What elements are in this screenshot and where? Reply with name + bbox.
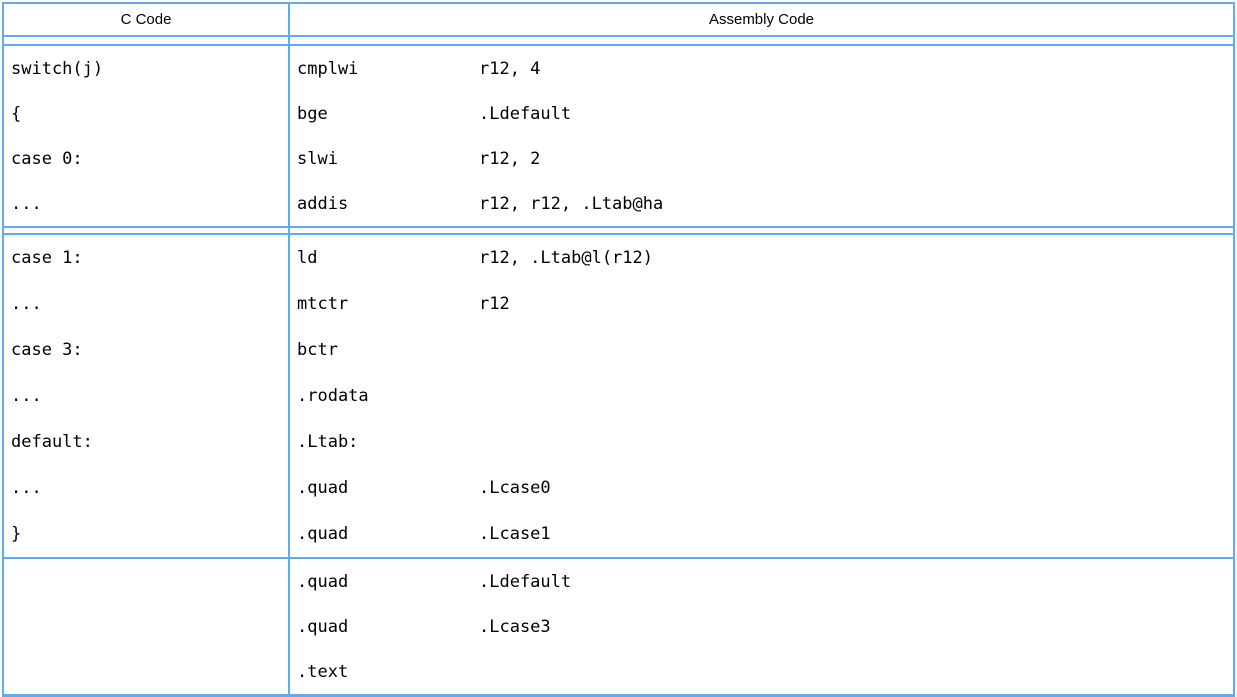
table-section: switch(j)cmplwir12, 4{bge.Ldefaultcase 0… bbox=[4, 46, 1233, 228]
asm-operands: r12, 2 bbox=[479, 149, 540, 169]
table-row: .quad.Lcase3 bbox=[4, 604, 1233, 649]
assembly-cell: ldr12, .Ltab@l(r12) bbox=[290, 235, 1233, 281]
asm-operands: .Lcase3 bbox=[479, 617, 551, 637]
asm-mnemonic: .text bbox=[297, 662, 479, 682]
asm-mnemonic: .quad bbox=[297, 524, 479, 544]
asm-operands: r12 bbox=[479, 294, 510, 314]
asm-mnemonic: .quad bbox=[297, 478, 479, 498]
section-double-border-gap bbox=[4, 228, 1233, 235]
c-code-cell bbox=[4, 649, 290, 694]
asm-mnemonic: .rodata bbox=[297, 386, 479, 406]
assembly-cell: .quad.Lcase1 bbox=[290, 511, 1233, 557]
asm-operands: .Lcase1 bbox=[479, 524, 551, 544]
c-code-cell: case 1: bbox=[4, 235, 290, 281]
code-comparison-table: C Code Assembly Code switch(j)cmplwir12,… bbox=[2, 2, 1235, 697]
asm-operands: r12, .Ltab@l(r12) bbox=[479, 248, 653, 268]
assembly-cell: addisr12, r12, .Ltab@ha bbox=[290, 181, 1233, 226]
table-row: case 1:ldr12, .Ltab@l(r12) bbox=[4, 235, 1233, 281]
asm-mnemonic: mtctr bbox=[297, 294, 479, 314]
assembly-cell: bge.Ldefault bbox=[290, 91, 1233, 136]
table-row: .quad.Ldefault bbox=[4, 559, 1233, 604]
assembly-cell: .quad.Lcase0 bbox=[290, 465, 1233, 511]
table-row: .text bbox=[4, 649, 1233, 694]
c-code-cell: switch(j) bbox=[4, 46, 290, 91]
header-assembly-code: Assembly Code bbox=[290, 4, 1233, 35]
asm-mnemonic: .quad bbox=[297, 572, 479, 592]
asm-mnemonic: ld bbox=[297, 248, 479, 268]
table-row: case 0:slwir12, 2 bbox=[4, 136, 1233, 181]
assembly-cell: .text bbox=[290, 649, 1233, 694]
table-section: .quad.Ldefault.quad.Lcase3.text bbox=[4, 559, 1233, 694]
c-code-cell bbox=[4, 604, 290, 649]
c-code-cell: default: bbox=[4, 419, 290, 465]
asm-mnemonic: .Ltab: bbox=[297, 432, 479, 452]
c-code-cell: ... bbox=[4, 181, 290, 226]
table-body: switch(j)cmplwir12, 4{bge.Ldefaultcase 0… bbox=[4, 46, 1233, 694]
asm-operands: .Ldefault bbox=[479, 104, 571, 124]
c-code-cell: case 0: bbox=[4, 136, 290, 181]
header-c-code: C Code bbox=[4, 4, 290, 35]
table-row: case 3: bctr bbox=[4, 327, 1233, 373]
double-border-gap-left bbox=[4, 228, 290, 233]
asm-operands: r12, r12, .Ltab@ha bbox=[479, 194, 663, 214]
assembly-cell: bctr bbox=[290, 327, 1233, 373]
c-code-cell: ... bbox=[4, 373, 290, 419]
assembly-cell: .rodata bbox=[290, 373, 1233, 419]
assembly-cell: mtctrr12 bbox=[290, 281, 1233, 327]
asm-operands: r12, 4 bbox=[479, 59, 540, 79]
header-double-border-gap bbox=[4, 37, 1233, 46]
table-row: switch(j)cmplwir12, 4 bbox=[4, 46, 1233, 91]
asm-operands: .Ldefault bbox=[479, 572, 571, 592]
c-code-cell: case 3: bbox=[4, 327, 290, 373]
table-row: ...mtctrr12 bbox=[4, 281, 1233, 327]
table-row: }.quad.Lcase1 bbox=[4, 511, 1233, 557]
table-row: ... .rodata bbox=[4, 373, 1233, 419]
table-row: {bge.Ldefault bbox=[4, 91, 1233, 136]
asm-mnemonic: slwi bbox=[297, 149, 479, 169]
table-row: ...addisr12, r12, .Ltab@ha bbox=[4, 181, 1233, 226]
table-section: case 1:ldr12, .Ltab@l(r12)...mtctrr12cas… bbox=[4, 235, 1233, 559]
asm-mnemonic: .quad bbox=[297, 617, 479, 637]
c-code-cell: { bbox=[4, 91, 290, 136]
asm-mnemonic: bctr bbox=[297, 340, 479, 360]
assembly-cell: .quad.Lcase3 bbox=[290, 604, 1233, 649]
double-border-gap-right bbox=[290, 37, 1233, 44]
asm-mnemonic: bge bbox=[297, 104, 479, 124]
asm-mnemonic: cmplwi bbox=[297, 59, 479, 79]
c-code-cell: ... bbox=[4, 465, 290, 511]
c-code-cell: ... bbox=[4, 281, 290, 327]
assembly-cell: .Ltab: bbox=[290, 419, 1233, 465]
asm-mnemonic: addis bbox=[297, 194, 479, 214]
double-border-gap-right bbox=[290, 228, 1233, 233]
assembly-cell: .quad.Ldefault bbox=[290, 559, 1233, 604]
table-row: default: .Ltab: bbox=[4, 419, 1233, 465]
table-header-row: C Code Assembly Code bbox=[4, 4, 1233, 37]
assembly-cell: cmplwir12, 4 bbox=[290, 46, 1233, 91]
c-code-cell bbox=[4, 559, 290, 604]
table-row: ....quad.Lcase0 bbox=[4, 465, 1233, 511]
c-code-cell: } bbox=[4, 511, 290, 557]
asm-operands: .Lcase0 bbox=[479, 478, 551, 498]
assembly-cell: slwir12, 2 bbox=[290, 136, 1233, 181]
double-border-gap-left bbox=[4, 37, 290, 44]
